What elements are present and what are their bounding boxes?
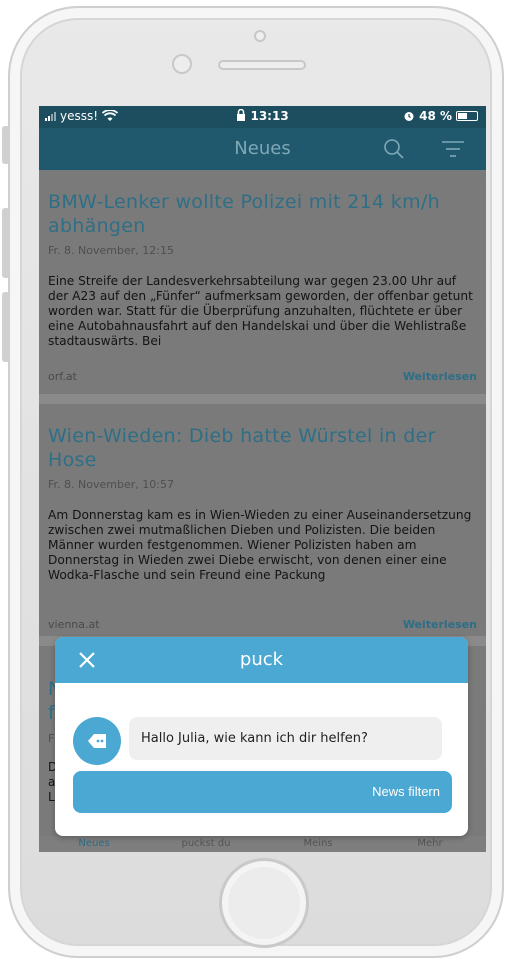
mute-switch bbox=[2, 126, 10, 164]
home-button[interactable] bbox=[219, 858, 309, 948]
tag-icon bbox=[88, 734, 106, 748]
article-source: vienna.at bbox=[48, 618, 100, 631]
status-right: 48 % bbox=[403, 109, 478, 123]
chat-message-text: Hallo Julia, wie kann ich dir helfen? bbox=[141, 731, 368, 746]
tab-mehr[interactable]: Mehr bbox=[385, 838, 475, 849]
read-more-link[interactable]: Weiterlesen bbox=[403, 370, 477, 383]
dialog-title: puck bbox=[239, 649, 284, 670]
article-title[interactable]: BMW-Lenker wollte Polizei mit 214 km/h a… bbox=[48, 190, 473, 238]
front-camera bbox=[172, 54, 192, 74]
sensor-dot bbox=[254, 30, 266, 42]
article-title-fragment: f bbox=[48, 702, 55, 724]
news-filter-label: News filtern bbox=[372, 784, 440, 799]
news-filter-button[interactable]: News filtern bbox=[73, 771, 452, 813]
alarm-icon bbox=[404, 112, 414, 121]
tab-meins[interactable]: Meins bbox=[273, 838, 363, 849]
volume-up-button bbox=[2, 208, 10, 278]
article-date-fragment: F bbox=[48, 732, 55, 745]
article-date: Fr. 8. November, 10:57 bbox=[48, 478, 174, 491]
search-icon[interactable] bbox=[383, 138, 405, 160]
app-header: Neues bbox=[39, 128, 486, 170]
article-excerpt-fragment: L bbox=[48, 790, 55, 804]
bot-avatar bbox=[73, 717, 121, 765]
tab-bar: Neues puckst du Meins Mehr bbox=[39, 836, 486, 852]
article-title[interactable]: Wien-Wieden: Dieb hatte Würstel in der H… bbox=[48, 424, 473, 472]
battery-percent: 48 % bbox=[419, 109, 452, 123]
chat-message-bubble: Hallo Julia, wie kann ich dir helfen? bbox=[129, 717, 442, 760]
article-date: Fr. 8. November, 12:15 bbox=[48, 244, 174, 257]
page-title: Neues bbox=[234, 138, 291, 159]
tab-puckst-du[interactable]: puckst du bbox=[161, 838, 251, 849]
dialog-header: puck bbox=[55, 637, 468, 683]
article-source: orf.at bbox=[48, 370, 77, 383]
filter-icon[interactable] bbox=[441, 140, 465, 158]
battery-icon bbox=[456, 111, 478, 121]
volume-down-button bbox=[2, 292, 10, 362]
read-more-link[interactable]: Weiterlesen bbox=[403, 618, 477, 631]
article-excerpt: Eine Streife der Landesverkehrsabteilung… bbox=[48, 274, 473, 348]
news-card[interactable]: Wien-Wieden: Dieb hatte Würstel in der H… bbox=[39, 404, 486, 636]
earpiece-speaker bbox=[218, 60, 306, 70]
article-excerpt: Am Donnerstag kam es in Wien-Wieden zu e… bbox=[48, 508, 472, 582]
lock-icon bbox=[237, 108, 246, 121]
status-bar: yesss! 13:13 48 % bbox=[39, 106, 486, 128]
status-time: 13:13 bbox=[250, 109, 289, 123]
tab-neues[interactable]: Neues bbox=[49, 838, 139, 849]
battery-fill bbox=[458, 113, 467, 119]
news-card[interactable]: BMW-Lenker wollte Polizei mit 214 km/h a… bbox=[39, 170, 486, 394]
chat-dialog: puck Hallo Julia, wie kann ich dir helfe… bbox=[55, 637, 468, 836]
